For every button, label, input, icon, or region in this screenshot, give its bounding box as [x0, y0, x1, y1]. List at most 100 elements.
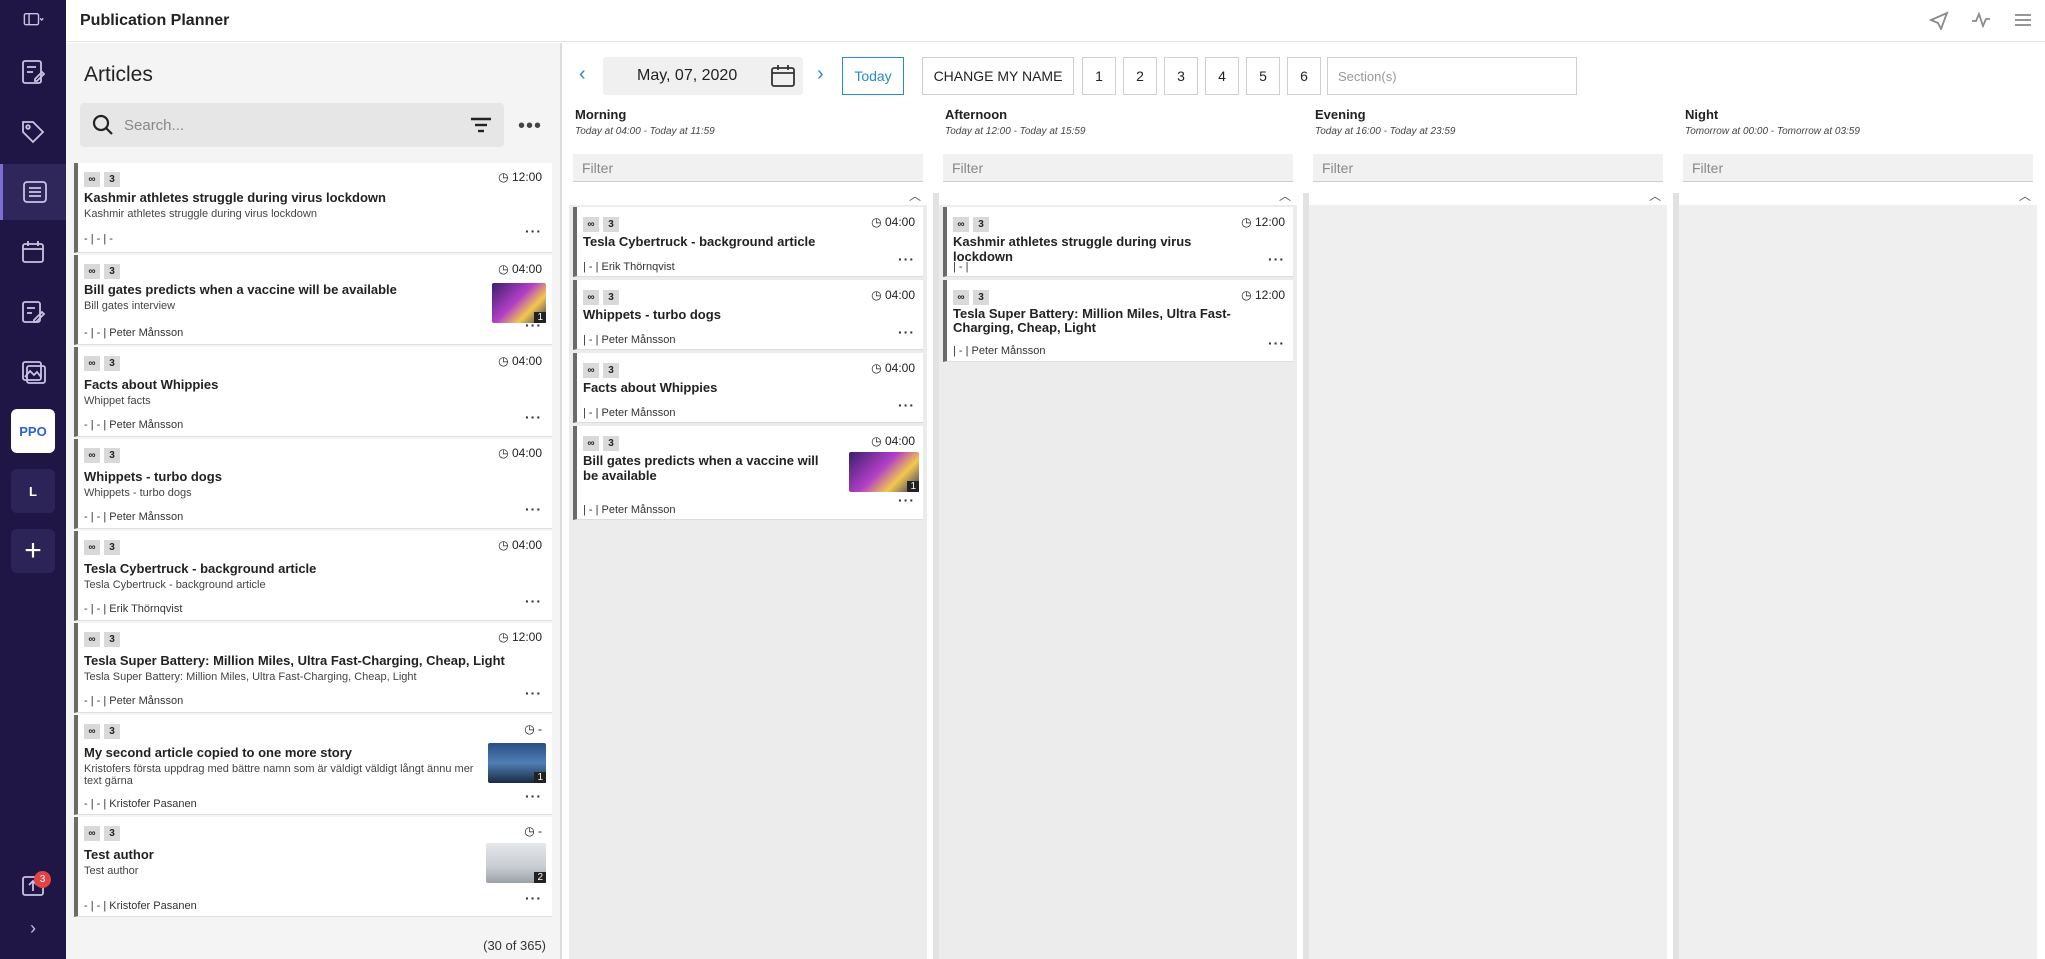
image-count: 1 [907, 481, 919, 492]
image-count: 1 [534, 772, 546, 783]
link-tag: ∞ [953, 217, 969, 232]
article-time: 04:00 [498, 446, 542, 460]
article-subtitle: Whippets - turbo dogs [84, 487, 192, 499]
search-input[interactable] [124, 116, 464, 134]
card-more-button[interactable]: ··· [898, 324, 915, 340]
section-input[interactable] [1327, 57, 1577, 95]
page-button-6[interactable]: 6 [1287, 57, 1321, 95]
article-subtitle: Bill gates interview [84, 300, 176, 312]
card-headline: Tesla Super Battery: Million Miles, Ultr… [953, 306, 1231, 335]
rail-item-calendar[interactable] [0, 224, 66, 280]
rail-item-tags[interactable] [0, 104, 66, 160]
column-filter-input[interactable] [573, 154, 923, 182]
collapse-icon[interactable]: ︿ [1279, 187, 1291, 204]
planner-card[interactable]: ∞ 3 12:00 Tesla Super Battery: Million Mi… [943, 280, 1293, 362]
article-more-button[interactable]: ··· [525, 223, 542, 239]
rail-l-button[interactable]: L [11, 469, 55, 513]
priority-tag: 3 [104, 448, 120, 463]
card-meta: | - | [953, 261, 969, 273]
priority-tag: 3 [973, 217, 989, 232]
panel-icon [23, 13, 44, 26]
rail-item-media[interactable] [0, 344, 66, 400]
collapse-icon[interactable]: ︿ [2019, 187, 2031, 204]
card-more-button[interactable]: ··· [1268, 335, 1285, 351]
priority-tag: 3 [603, 290, 619, 305]
column-filter-input[interactable] [1313, 154, 1663, 182]
article-card[interactable]: ∞ 3 04:00 Whippets - turbo dogs Whippets … [74, 439, 552, 529]
planner-card[interactable]: ∞ 3 04:00 Tesla Cybertruck - background a… [573, 207, 923, 277]
rail-item-planner[interactable] [0, 164, 66, 220]
next-day-button[interactable]: › [817, 63, 824, 86]
card-meta: | - | Erik Thörnqvist [583, 261, 675, 273]
article-more-button[interactable]: ··· [525, 685, 542, 701]
plus-icon: + [24, 534, 42, 567]
article-card[interactable]: ∞ 3 12:00 Kashmir athletes struggle durin… [74, 163, 552, 253]
page-button-2[interactable]: 2 [1123, 57, 1157, 95]
column-filter-input[interactable] [1683, 154, 2033, 182]
rail-item-tasks[interactable] [0, 284, 66, 340]
collapse-icon[interactable]: ︿ [909, 187, 921, 204]
card-meta: | - | Peter Månsson [583, 504, 676, 516]
priority-tag: 3 [104, 632, 120, 647]
planner-card[interactable]: ∞ 3 04:00 Bill gates predicts when a vacc… [573, 426, 923, 520]
article-meta: - | - | Kristofer Pasanen [84, 798, 197, 810]
column-filter-input[interactable] [943, 154, 1293, 182]
article-card[interactable]: ∞ 3 12:00 Tesla Super Battery: Million Mi… [74, 623, 552, 713]
article-thumbnail: 2 [486, 843, 546, 883]
page-button-3[interactable]: 3 [1164, 57, 1198, 95]
page-label: 6 [1300, 68, 1308, 84]
card-more-button[interactable]: ··· [898, 397, 915, 413]
article-card[interactable]: ∞ 3 04:00 Facts about Whippies Whippet fa… [74, 347, 552, 437]
article-card[interactable]: ∞ 3 04:00 Tesla Cybertruck - background a… [74, 531, 552, 621]
rail-ppo-button[interactable]: PPO [11, 409, 55, 453]
planner-card[interactable]: ∞ 3 04:00 Whippets - turbo dogs | - | Pet… [573, 280, 923, 350]
card-time: 04:00 [871, 434, 915, 448]
article-card[interactable]: ∞ 3 - My second article copied to one mor… [74, 715, 552, 815]
sidebar-toggle-button[interactable] [0, 0, 66, 40]
collapse-icon[interactable]: ︿ [1649, 187, 1661, 204]
article-more-button[interactable]: ··· [525, 501, 542, 517]
menu-icon[interactable] [2013, 10, 2033, 30]
article-more-button[interactable]: ··· [525, 409, 542, 425]
page-button-1[interactable]: 1 [1082, 57, 1116, 95]
date-picker[interactable]: May, 07, 2020 [603, 57, 803, 95]
article-meta: - | - | Erik Thörnqvist [84, 603, 183, 615]
articles-title: Articles [84, 63, 153, 86]
search-icon [92, 114, 113, 135]
expand-rail-button[interactable]: › [0, 900, 66, 956]
card-more-button[interactable]: ··· [898, 492, 915, 508]
send-icon[interactable] [1929, 10, 1949, 30]
change-name-button[interactable]: CHANGE MY NAME [922, 57, 1074, 95]
prev-day-button[interactable]: ‹ [579, 63, 586, 86]
article-more-button[interactable]: ··· [525, 890, 542, 906]
article-subtitle: Kristofers första uppdrag med bättre nam… [84, 763, 474, 787]
link-tag: ∞ [583, 436, 599, 451]
column-title: Afternoon [945, 107, 1008, 122]
today-button[interactable]: Today [842, 57, 904, 95]
article-time: 12:00 [498, 630, 542, 644]
article-headline: Bill gates predicts when a vaccine will … [84, 282, 397, 297]
priority-tag: 3 [603, 436, 619, 451]
add-button[interactable]: + [11, 529, 55, 573]
card-more-button[interactable]: ··· [1268, 251, 1285, 267]
filter-icon[interactable] [470, 115, 492, 135]
card-more-button[interactable]: ··· [898, 251, 915, 267]
app-title: Publication Planner [80, 11, 230, 29]
priority-tag: 3 [104, 540, 120, 555]
activity-icon[interactable] [1971, 10, 1991, 30]
article-more-button[interactable]: ··· [525, 593, 542, 609]
link-tag: ∞ [84, 448, 100, 463]
planner-card[interactable]: ∞ 3 04:00 Facts about Whippies | - | Pete… [573, 353, 923, 423]
rail-item-articles[interactable] [0, 44, 66, 100]
planner-toolbar: ‹ May, 07, 2020 › Today CHANGE MY NAME 1… [563, 57, 2045, 95]
article-card[interactable]: ∞ 3 - Test author Test author 2 - | - | K… [74, 817, 552, 917]
article-card[interactable]: ∞ 3 04:00 Bill gates predicts when a vacc… [74, 255, 552, 345]
planner-card[interactable]: ∞ 3 12:00 Kashmir athletes struggle durin… [943, 207, 1293, 277]
page-button-5[interactable]: 5 [1246, 57, 1280, 95]
article-more-button[interactable]: ··· [525, 788, 542, 804]
more-options-icon[interactable]: ••• [518, 115, 542, 138]
article-more-button[interactable]: ··· [525, 317, 542, 333]
card-time: 12:00 [1241, 215, 1285, 229]
page-button-4[interactable]: 4 [1205, 57, 1239, 95]
column-title: Night [1685, 107, 1719, 122]
